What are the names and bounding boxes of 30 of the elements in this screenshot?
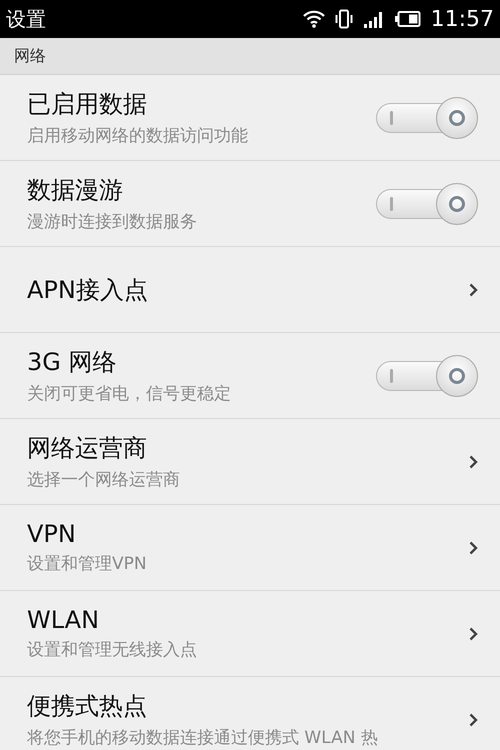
vibrate-icon [334, 9, 353, 29]
row-subtitle: 设置和管理无线接入点 [27, 639, 198, 661]
row-subtitle: 选择一个网络运营商 [27, 469, 181, 491]
chevron-icon [469, 712, 478, 726]
row-subtitle: 漫游时连接到数据服务 [27, 211, 198, 233]
toggle-switch[interactable] [374, 96, 478, 138]
chevron-icon [469, 626, 478, 640]
row-title: 3G 网络 [27, 347, 118, 378]
status-title: 设置 [6, 6, 47, 32]
signal-icon [362, 10, 385, 28]
row-title: WLAN [27, 606, 100, 634]
toggle-switch[interactable] [374, 182, 478, 224]
row-title: APN接入点 [27, 274, 149, 306]
row-subtitle: 关闭可更省电，信号更稳定 [27, 383, 232, 405]
toggle-switch[interactable] [374, 354, 478, 396]
battery-icon [394, 11, 421, 27]
section-header: 网络 [0, 38, 500, 75]
row-title: 数据漫游 [27, 175, 124, 206]
chevron-icon [469, 282, 478, 296]
row-title: 便携式热点 [27, 691, 148, 722]
row-title: 网络运营商 [27, 433, 148, 464]
chevron-icon [469, 540, 478, 554]
row-subtitle: 设置和管理VPN [27, 553, 148, 575]
row-subtitle: 将您手机的移动数据连接通过便携式 WLAN 热 [27, 727, 379, 749]
row-subtitle: 启用移动网络的数据访问功能 [27, 125, 249, 147]
clock-time: 11:57 [430, 6, 494, 32]
chevron-icon [469, 454, 478, 468]
row-title: VPN [27, 520, 77, 548]
row-title: 已启用数据 [27, 89, 148, 120]
wifi-icon [302, 10, 325, 28]
